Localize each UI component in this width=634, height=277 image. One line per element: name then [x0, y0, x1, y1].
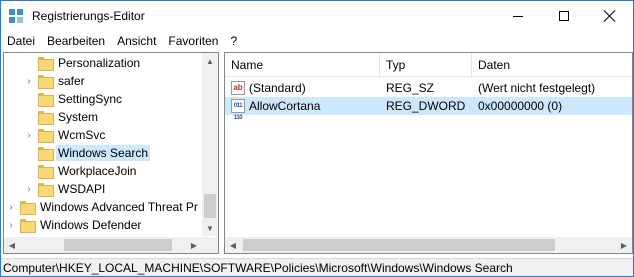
registry-editor-window: Registrierungs-Editor Datei Bearbeiten A… [0, 0, 634, 277]
scroll-down-icon[interactable]: ▼ [202, 220, 218, 236]
values-horizontal-scroll-thumb[interactable] [243, 239, 555, 251]
scroll-left-icon[interactable]: ◀ [225, 237, 241, 253]
close-button[interactable] [587, 1, 633, 31]
registry-tree-pane[interactable]: Personalization › safer SettingSync System › W… [3, 52, 219, 254]
value-type: REG_SZ [386, 81, 435, 95]
tree-horizontal-scroll-thumb[interactable] [64, 239, 172, 251]
maximize-icon [559, 11, 569, 21]
registry-path-text: Computer\HKEY_LOCAL_MACHINE\SOFTWARE\Pol… [3, 261, 513, 275]
tree-item[interactable]: SettingSync [24, 90, 124, 108]
tree-item[interactable]: › WcmSvc [24, 126, 107, 144]
expand-chevron-icon[interactable]: › [24, 180, 34, 198]
folder-icon [20, 219, 36, 233]
tree-item[interactable]: › Windows Advanced Threat Pr [6, 198, 200, 216]
scroll-left-icon[interactable]: ◀ [4, 237, 20, 253]
dword-value-icon: 011 110 [231, 99, 245, 121]
tree-item[interactable]: › safer [24, 72, 87, 90]
tree-item[interactable]: Personalization [24, 54, 142, 72]
folder-icon [38, 165, 54, 179]
scroll-right-icon[interactable]: ▶ [616, 237, 632, 253]
tree-item[interactable]: › Windows Defender [6, 216, 143, 234]
column-header-name[interactable]: Name [225, 53, 380, 77]
value-data: (Wert nicht festgelegt) [478, 81, 596, 95]
expand-chevron-icon[interactable]: › [24, 126, 34, 144]
menu-bar: Datei Bearbeiten Ansicht Favoriten ? [1, 32, 633, 50]
regedit-app-icon [9, 9, 24, 24]
expand-chevron-icon[interactable]: › [24, 72, 34, 90]
tree-item-label: Windows Defender [40, 218, 142, 232]
scroll-up-icon[interactable]: ▲ [202, 53, 218, 69]
registry-values-pane[interactable]: Name Typ Daten ab (Standard) REG_SZ (Wert n… [224, 52, 633, 254]
menu-bearbeiten[interactable]: Bearbeiten [41, 32, 111, 50]
folder-icon [38, 129, 54, 143]
menu-ansicht[interactable]: Ansicht [111, 32, 162, 50]
folder-icon [38, 183, 54, 197]
string-value-icon: ab [231, 81, 245, 95]
status-bar: Computer\HKEY_LOCAL_MACHINE\SOFTWARE\Pol… [1, 258, 633, 276]
folder-icon [38, 111, 54, 125]
tree-vertical-scroll-thumb[interactable] [204, 194, 216, 218]
maximize-button[interactable] [541, 1, 587, 31]
tree-item-label: SettingSync [58, 92, 123, 106]
tree-item-label: WcmSvc [58, 128, 106, 142]
tree-item-label: System [58, 110, 99, 124]
value-row[interactable]: 011 110 AllowCortana REG_DWORD 0x00000000 (… [225, 97, 632, 121]
menu-datei[interactable]: Datei [1, 32, 41, 50]
tree-item-label: safer [58, 74, 85, 88]
title-bar[interactable]: Registrierungs-Editor [1, 1, 633, 31]
value-name: AllowCortana [249, 99, 321, 113]
tree-item[interactable]: › WSDAPI [24, 180, 107, 198]
menu-favoriten[interactable]: Favoriten [162, 32, 224, 50]
folder-icon [38, 93, 54, 107]
value-data: 0x00000000 (0) [478, 99, 563, 113]
minimize-icon [513, 15, 523, 17]
tree-vertical-scrollbar[interactable]: ▲ ▼ [202, 53, 218, 236]
value-type: REG_DWORD [386, 99, 466, 113]
column-header-type[interactable]: Typ [380, 53, 472, 77]
tree-item[interactable]: WorkplaceJoin [24, 162, 138, 180]
folder-icon [38, 57, 54, 71]
values-list-header: Name Typ Daten [225, 53, 632, 77]
tree-item-label: Personalization [58, 56, 141, 70]
tree-item-label: WSDAPI [58, 182, 106, 196]
tree-item[interactable]: System [24, 108, 100, 126]
menu-help[interactable]: ? [224, 32, 243, 50]
values-horizontal-scrollbar[interactable]: ◀ ▶ [225, 237, 632, 253]
tree-horizontal-scrollbar[interactable]: ◀ ▶ [4, 237, 202, 253]
tree-item-label: WorkplaceJoin [58, 164, 137, 178]
scroll-right-icon[interactable]: ▶ [186, 237, 202, 253]
scrollbar-corner [202, 237, 218, 253]
close-icon [604, 10, 616, 22]
expand-chevron-icon[interactable]: › [6, 216, 16, 234]
minimize-button[interactable] [495, 1, 541, 31]
tree-item-label: Windows Advanced Threat Pr [40, 200, 198, 214]
folder-icon [38, 147, 54, 161]
expand-chevron-icon[interactable]: › [6, 198, 16, 216]
window-title: Registrierungs-Editor [32, 9, 145, 23]
folder-icon [38, 75, 54, 89]
value-row[interactable]: ab (Standard) REG_SZ (Wert nicht festgelegt… [225, 79, 632, 97]
value-name: (Standard) [249, 81, 306, 95]
tree-item-label: Windows Search [56, 145, 151, 161]
tree-item[interactable]: Windows Search [24, 144, 151, 162]
folder-icon [20, 201, 36, 215]
column-header-data[interactable]: Daten [472, 53, 632, 77]
